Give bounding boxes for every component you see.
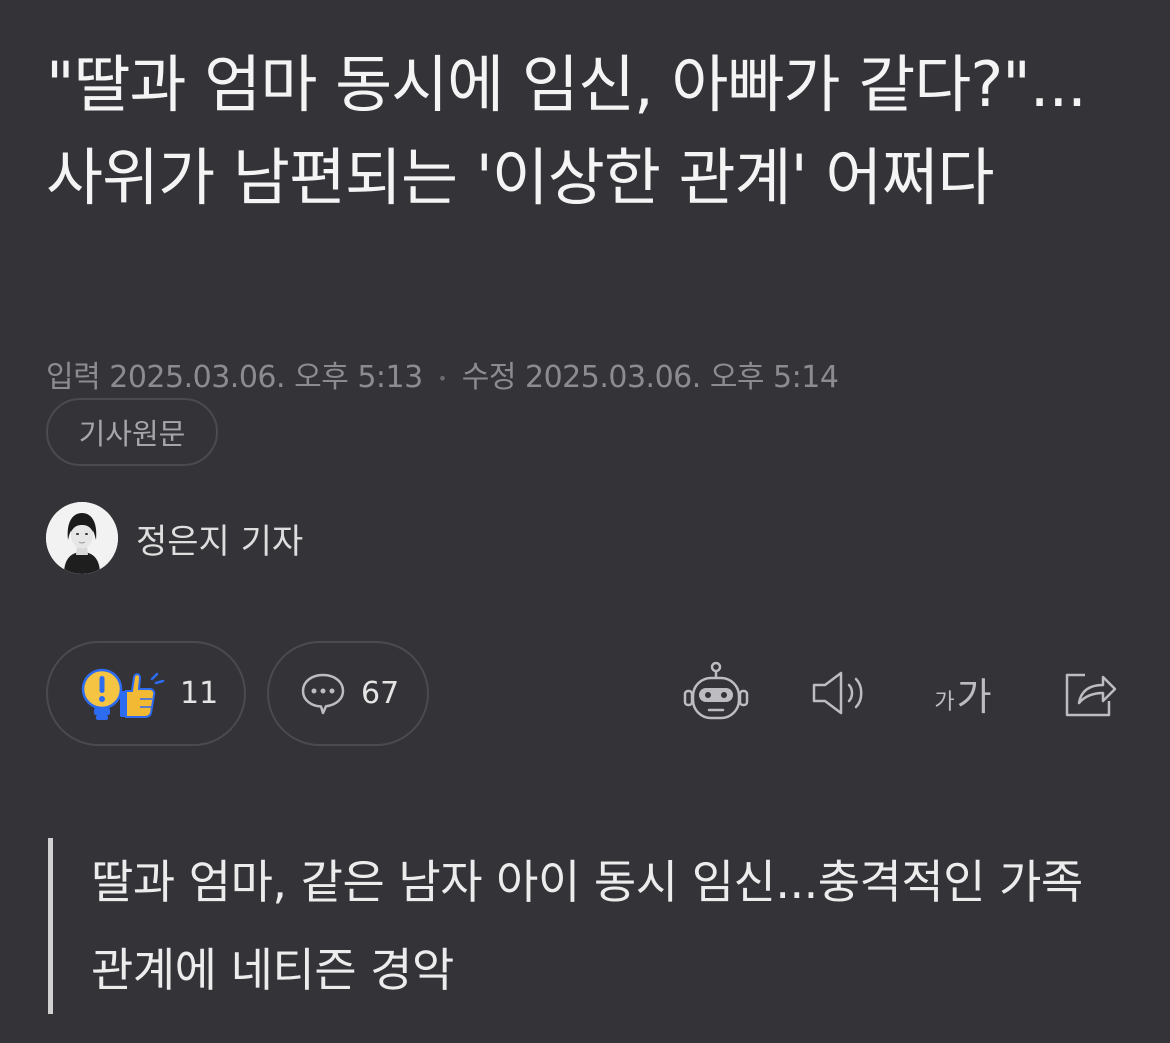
- date-separator: •: [437, 369, 447, 388]
- font-size-small-glyph: 가: [934, 690, 955, 715]
- input-label: 입력: [46, 360, 101, 395]
- font-size-large-glyph: 가: [956, 675, 992, 719]
- article-summary: 딸과 엄마, 같은 남자 아이 동시 임신...충격적인 가족 관계에 네티즌 …: [48, 838, 1131, 1014]
- author-info[interactable]: 정은지 기자: [46, 502, 303, 574]
- comment-bubble-icon: [301, 673, 345, 714]
- input-date: 2025.03.06. 오후 5:13: [109, 360, 423, 395]
- font-size-button[interactable]: 가 가: [928, 658, 998, 728]
- reaction-count: 11: [180, 676, 219, 711]
- comment-count: 67: [361, 676, 400, 711]
- speaker-icon: [812, 671, 863, 715]
- edit-date: 2025.03.06. 오후 5:14: [524, 360, 839, 395]
- reaction-button[interactable]: 11: [46, 641, 246, 746]
- author-photo-icon: [46, 502, 118, 574]
- share-button[interactable]: [1058, 658, 1120, 728]
- read-aloud-button[interactable]: [810, 658, 870, 728]
- robot-icon: [683, 661, 749, 720]
- author-name[interactable]: 정은지 기자: [136, 514, 303, 563]
- summary-bot-button[interactable]: [683, 658, 749, 728]
- article-headline: "딸과 엄마 동시에 임신, 아빠가 같다?"...사위가 남편되는 '이상한 …: [46, 48, 1087, 214]
- lightbulb-thumbsup-icon: [81, 668, 165, 720]
- author-avatar[interactable]: [46, 502, 118, 574]
- article-dates: 입력 2025.03.06. 오후 5:13 • 수정 2025.03.06. …: [46, 352, 839, 396]
- edit-label: 수정: [461, 360, 517, 395]
- share-icon: [1065, 673, 1117, 717]
- comment-button[interactable]: 67: [267, 641, 429, 746]
- original-article-button[interactable]: 기사원문: [46, 398, 218, 466]
